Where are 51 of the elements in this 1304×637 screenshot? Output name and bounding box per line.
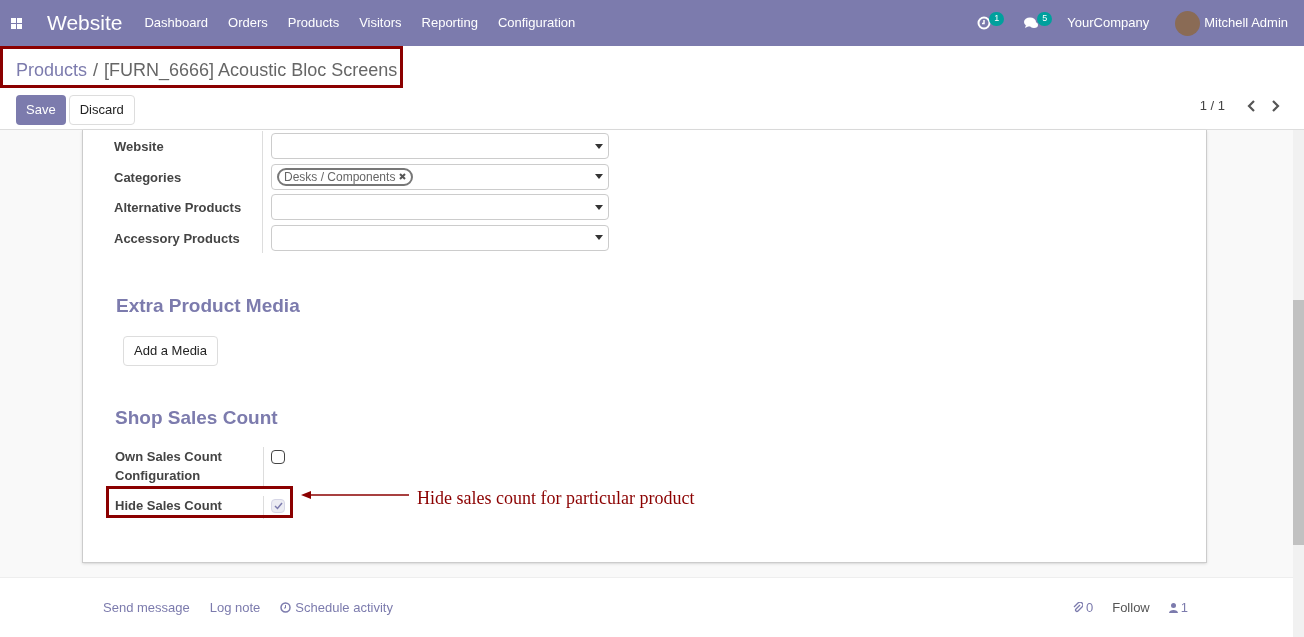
- user-menu[interactable]: Mitchell Admin: [1175, 10, 1288, 36]
- field-label: Alternative Products: [114, 192, 263, 223]
- follow-button[interactable]: Follow: [1112, 597, 1150, 618]
- message-count-badge: 5: [1037, 12, 1053, 26]
- add-media-button[interactable]: Add a Media: [123, 335, 218, 366]
- field-label: Categories: [114, 161, 263, 192]
- save-button[interactable]: Save: [16, 95, 66, 125]
- field-label: Own Sales Count Configuration: [115, 447, 264, 489]
- breadcrumb-link[interactable]: Products: [16, 57, 88, 84]
- user-icon: [1168, 602, 1178, 613]
- discard-button[interactable]: Discard: [68, 95, 135, 125]
- field-label: Website: [114, 131, 263, 162]
- app-name[interactable]: Website: [47, 7, 123, 39]
- menu-item[interactable]: Reporting: [421, 13, 478, 33]
- annotation-text: Hide sales count for particular product: [417, 487, 695, 510]
- caret-icon: [595, 235, 603, 240]
- breadcrumb-current: [FURN_6666] Acoustic Bloc Screens: [104, 59, 398, 83]
- apps-menu-icon[interactable]: [11, 17, 22, 29]
- avatar: [1175, 10, 1201, 36]
- attachments-button[interactable]: 0: [1072, 597, 1094, 618]
- menu-item[interactable]: Configuration: [497, 13, 576, 33]
- many2many-field[interactable]: [271, 133, 609, 159]
- many2many-field[interactable]: Desks / Components: [271, 163, 609, 190]
- tag: Desks / Components: [277, 167, 414, 186]
- caret-icon: [595, 143, 603, 149]
- pager-value: 1 / 1: [1199, 97, 1225, 115]
- menu-item[interactable]: Visitors: [359, 13, 402, 33]
- breadcrumb-separator: /: [93, 59, 99, 82]
- company-switcher[interactable]: YourCompany: [1067, 13, 1150, 33]
- next-icon[interactable]: [1271, 99, 1280, 112]
- send-message-link[interactable]: Send message: [103, 597, 190, 618]
- schedule-activity-link[interactable]: Schedule activity: [280, 597, 393, 618]
- activity-count-badge: 1: [989, 12, 1005, 26]
- remove-icon[interactable]: [399, 173, 407, 180]
- section-title: Extra Product Media: [116, 294, 301, 318]
- log-note-link[interactable]: Log note: [209, 597, 261, 618]
- menu-item[interactable]: Products: [287, 13, 340, 33]
- many2many-field[interactable]: [271, 194, 609, 220]
- previous-icon[interactable]: [1247, 99, 1256, 112]
- paperclip-icon: [1072, 602, 1083, 613]
- clock-icon: [280, 602, 292, 613]
- section-title: Shop Sales Count: [115, 405, 279, 430]
- menu-item[interactable]: Dashboard: [144, 13, 209, 33]
- caret-icon: [595, 204, 603, 210]
- checkbox[interactable]: [271, 450, 285, 464]
- menu-item[interactable]: Orders: [228, 13, 268, 33]
- followers-button[interactable]: 1: [1168, 597, 1188, 618]
- many2many-field[interactable]: [271, 224, 609, 251]
- field-label: Accessory Products: [114, 222, 263, 253]
- field-label: Hide Sales Count: [115, 496, 264, 519]
- caret-icon: [595, 174, 603, 179]
